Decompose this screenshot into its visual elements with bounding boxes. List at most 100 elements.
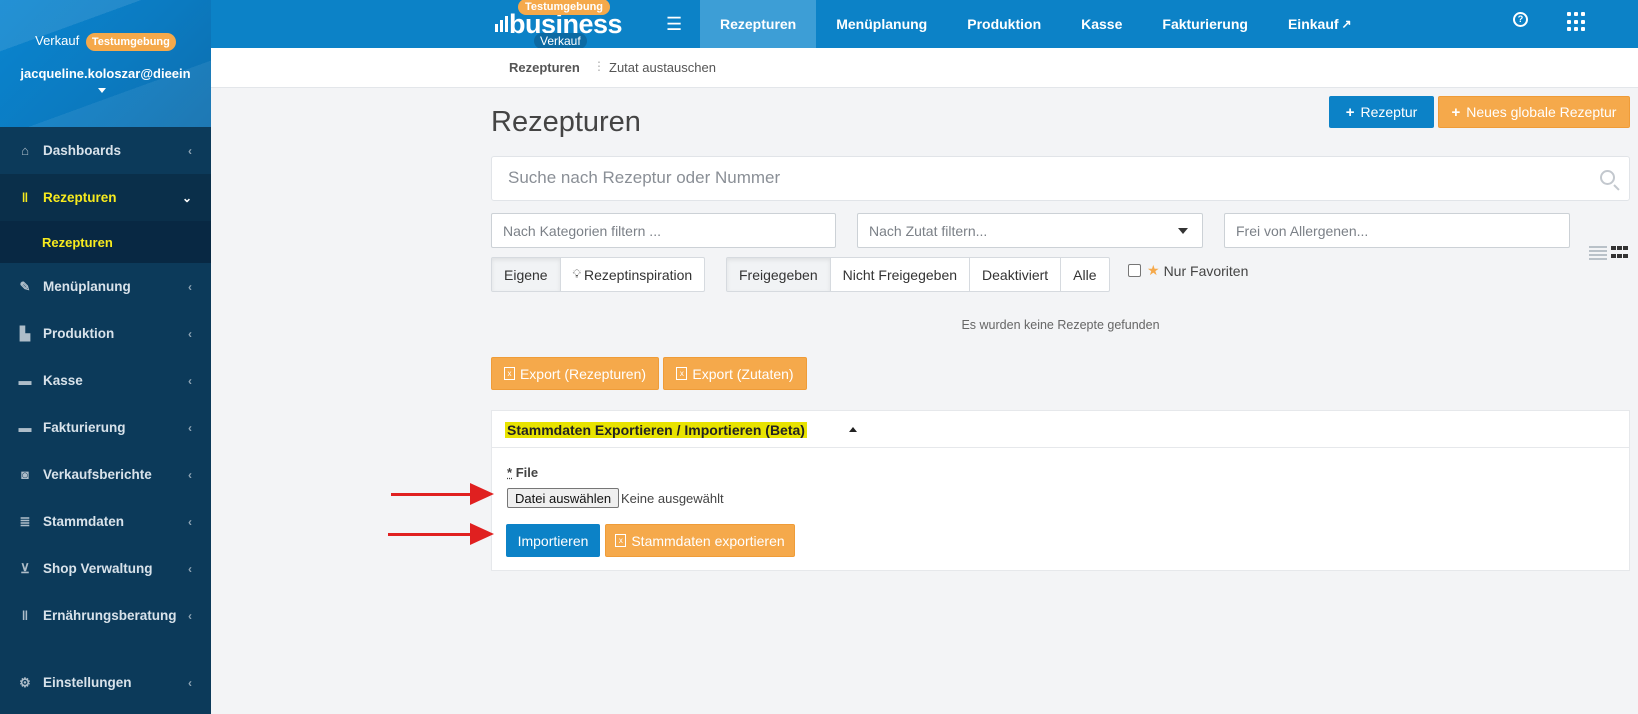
plus-icon: +: [1451, 103, 1461, 121]
breadcrumb-current[interactable]: Rezepturen: [509, 60, 580, 75]
import-export-panel: Stammdaten Exportieren / Importieren (Be…: [491, 410, 1630, 571]
logo-context-badge: Verkauf: [534, 33, 587, 49]
excel-file-icon: x: [615, 534, 627, 547]
tab-deaktiviert[interactable]: Deaktiviert: [970, 258, 1062, 291]
sidebar-item-label: Kasse: [43, 373, 83, 388]
topnav-rezepturen[interactable]: Rezepturen: [700, 0, 817, 48]
external-link-icon: ↗: [1341, 17, 1352, 31]
ingredient-filter-input[interactable]: [869, 223, 1179, 239]
sidebar-item-shop-verwaltung[interactable]: ⊻ Shop Verwaltung ‹: [0, 545, 211, 592]
logo-bars-icon: [495, 16, 508, 32]
database-icon: ≣: [19, 513, 31, 529]
choose-file-button[interactable]: Datei auswählen: [507, 488, 620, 508]
collapse-caret-icon[interactable]: [849, 427, 857, 432]
tab-freigegeben[interactable]: Freigegeben: [727, 258, 831, 291]
dropdown-arrow-icon[interactable]: [1178, 228, 1188, 234]
chevron-left-icon: ‹: [188, 561, 192, 576]
context-label: Verkauf: [35, 33, 80, 48]
sidebar: Verkauf Testumgebung jacqueline.koloszar…: [0, 0, 211, 714]
help-icon[interactable]: ?: [1513, 12, 1528, 27]
search-box: [491, 156, 1630, 201]
sidebar-item-label: Einstellungen: [43, 675, 132, 690]
file-field-label: * File: [507, 465, 539, 480]
main-menu: Rezepturen Menüplanung Produktion Kasse …: [700, 0, 1372, 48]
panel-title: Stammdaten Exportieren / Importieren (Be…: [505, 422, 807, 438]
sidebar-item-stammdaten[interactable]: ≣ Stammdaten ‹: [0, 498, 211, 545]
search-input[interactable]: [508, 168, 1568, 188]
export-recipes-button[interactable]: x Export (Rezepturen): [491, 357, 659, 390]
sidebar-item-rezepturen[interactable]: ǁ Rezepturen ⌄: [0, 174, 211, 221]
apps-grid-icon[interactable]: [1567, 12, 1587, 32]
search-icon[interactable]: [1600, 170, 1615, 185]
page-title: Rezepturen: [491, 106, 641, 138]
sidebar-item-verkaufsberichte[interactable]: ◙ Verkaufsberichte ‹: [0, 451, 211, 498]
card-icon: ▬: [18, 420, 32, 435]
card-icon: ▬: [18, 373, 32, 388]
chevron-down-icon: ⌄: [181, 190, 192, 205]
export-masterdata-button[interactable]: x Stammdaten exportieren: [605, 524, 795, 557]
breadcrumb-separator: ⋮: [593, 59, 605, 73]
category-filter: [491, 213, 836, 248]
user-email[interactable]: jacqueline.koloszar@dieein: [0, 66, 211, 81]
sidebar-item-dashboards[interactable]: ⌂ Dashboards ‹: [0, 127, 211, 174]
allergen-filter-input[interactable]: [1236, 223, 1546, 239]
favorites-filter[interactable]: ★ Nur Favoriten: [1128, 262, 1248, 279]
edit-icon: ✎: [19, 278, 31, 294]
source-toggle: Eigene 💡︎ Rezeptinspiration: [491, 257, 706, 292]
allergen-filter: [1224, 213, 1570, 248]
money-icon: ◙: [21, 467, 29, 482]
top-navbar: business Testumgebung Verkauf ☰ Rezeptur…: [211, 0, 1638, 49]
user-menu-caret-icon[interactable]: [98, 88, 106, 93]
tab-rezeptinspiration[interactable]: 💡︎ Rezeptinspiration: [561, 258, 705, 291]
excel-file-icon: x: [503, 367, 515, 380]
sidebar-item-label: Stammdaten: [43, 514, 125, 529]
sidebar-item-label: Menüplanung: [43, 279, 131, 294]
app-logo[interactable]: business Testumgebung Verkauf: [495, 0, 635, 49]
cutlery-icon: ǁ: [21, 608, 29, 623]
panel-header[interactable]: Stammdaten Exportieren / Importieren (Be…: [492, 411, 1629, 448]
tab-eigene[interactable]: Eigene: [492, 258, 561, 291]
hamburger-menu-icon[interactable]: ☰: [666, 14, 682, 35]
sidebar-item-label: Dashboards: [43, 143, 122, 158]
chevron-left-icon: ‹: [188, 608, 192, 623]
chevron-left-icon: ‹: [188, 279, 192, 294]
view-toggle: [1589, 246, 1629, 260]
topnav-menuplanung[interactable]: Menüplanung: [816, 0, 947, 48]
ingredient-filter[interactable]: [857, 213, 1203, 248]
chevron-left-icon: ‹: [188, 420, 192, 435]
sidebar-subitem-rezepturen[interactable]: Rezepturen: [0, 221, 211, 263]
sidebar-nav: ⌂ Dashboards ‹ ǁ Rezepturen ⌄ Rezepturen…: [0, 127, 211, 706]
add-recipe-button[interactable]: + Rezeptur: [1329, 96, 1434, 128]
favorites-checkbox[interactable]: [1128, 264, 1141, 277]
excel-file-icon: x: [676, 367, 688, 380]
sidebar-item-ernaehrungsberatung[interactable]: ǁ Ernährungsberatung ‹: [0, 592, 211, 639]
import-button[interactable]: Importieren: [506, 524, 600, 557]
sidebar-item-produktion[interactable]: ▙ Produktion ‹: [0, 310, 211, 357]
add-global-recipe-button[interactable]: + Neues globale Rezeptur: [1438, 96, 1630, 128]
env-badge: Testumgebung: [85, 33, 176, 51]
tab-nicht-freigegeben[interactable]: Nicht Freigegeben: [831, 258, 971, 291]
topnav-kasse[interactable]: Kasse: [1061, 0, 1142, 48]
topnav-fakturierung[interactable]: Fakturierung: [1142, 0, 1268, 48]
file-status: Keine ausgewählt: [621, 491, 724, 506]
breadcrumb-action-zutat-austauschen[interactable]: Zutat austauschen: [609, 60, 716, 75]
list-view-icon[interactable]: [1589, 246, 1607, 260]
category-filter-input[interactable]: [503, 223, 812, 239]
required-marker: *: [507, 465, 513, 480]
sidebar-item-einstellungen[interactable]: ⚙ Einstellungen ‹: [0, 659, 211, 706]
sidebar-item-label: Produktion: [43, 326, 115, 341]
topnav-einkauf[interactable]: Einkauf ↗: [1268, 0, 1372, 48]
chevron-left-icon: ‹: [188, 467, 192, 482]
annotation-arrow-icon: [388, 523, 494, 545]
logo-env-badge: Testumgebung: [518, 0, 611, 15]
sidebar-item-kasse[interactable]: ▬ Kasse ‹: [0, 357, 211, 404]
grid-view-icon[interactable]: [1611, 246, 1629, 260]
export-ingredients-button[interactable]: x Export (Zutaten): [663, 357, 807, 390]
tab-alle[interactable]: Alle: [1061, 258, 1108, 291]
basket-icon: ⊻: [20, 560, 30, 576]
sidebar-item-fakturierung[interactable]: ▬ Fakturierung ‹: [0, 404, 211, 451]
factory-icon: ▙: [20, 325, 30, 341]
topnav-produktion[interactable]: Produktion: [947, 0, 1061, 48]
sidebar-item-label: Fakturierung: [43, 420, 126, 435]
sidebar-item-menuplanung[interactable]: ✎ Menüplanung ‹: [0, 263, 211, 310]
